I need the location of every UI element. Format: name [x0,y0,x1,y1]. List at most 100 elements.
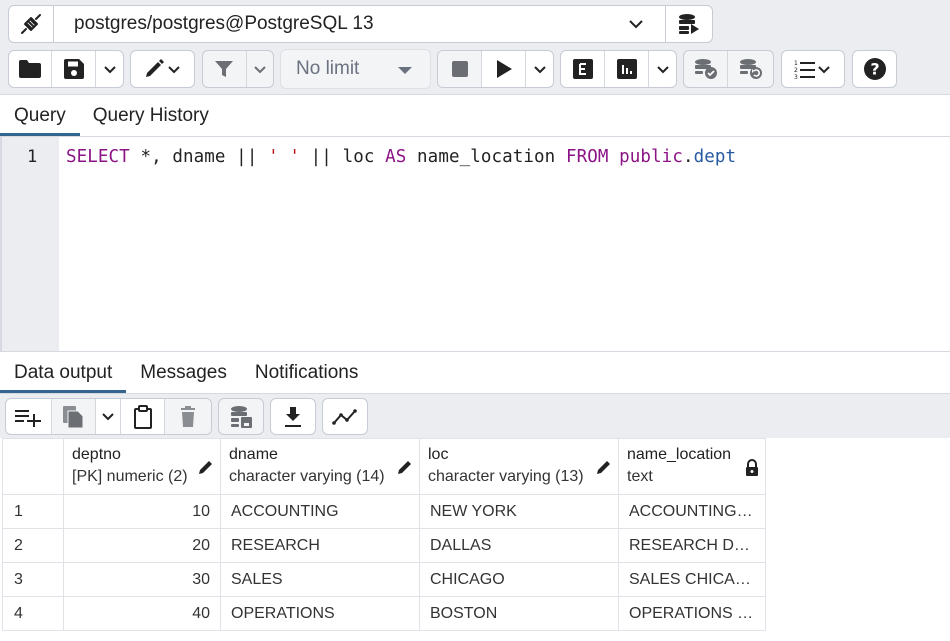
execute-button[interactable] [482,51,527,87]
cell-dname[interactable]: ACCOUNTING [220,494,420,529]
commit-button[interactable] [684,51,729,87]
row-number-cell[interactable]: 1 [2,494,64,529]
copy-icon [63,405,84,428]
macros-button[interactable]: 123 [781,50,845,88]
sql-identifier: dept [693,147,737,167]
stop-button[interactable] [438,51,483,87]
column-type: character varying (13) [428,468,584,485]
pencil-icon [198,459,214,480]
chevron-down-icon [104,65,116,73]
cell-dname[interactable]: SALES [220,562,420,597]
help-button[interactable]: ? [852,50,897,88]
column-type: character varying (14) [229,468,385,485]
row-number-cell[interactable]: 3 [2,562,64,597]
cell-dname[interactable]: OPERATIONS [220,596,420,631]
download-button[interactable] [270,398,316,435]
open-file-button[interactable] [9,51,53,87]
copy-options-dropdown[interactable] [96,399,121,434]
plug-icon[interactable] [9,6,54,42]
cell-loc[interactable]: CHICAGO [419,562,619,597]
tab-data-output[interactable]: Data output [0,352,127,393]
pencil-icon [145,59,180,77]
copy-button[interactable] [51,399,97,434]
cell-dname[interactable]: RESEARCH [220,528,420,563]
cell-loc[interactable]: DALLAS [419,528,619,563]
folder-open-icon [19,60,42,78]
row-limit-select[interactable]: No limit [280,49,431,89]
column-header-dname[interactable]: dname character varying (14) [220,438,420,495]
cell-deptno[interactable]: 30 [63,562,221,597]
output-tabs: Data output Messages Notifications [0,352,950,393]
lock-icon [745,459,759,482]
save-button[interactable] [52,51,97,87]
cell-deptno[interactable]: 10 [63,494,221,529]
sql-keyword: public [619,147,683,167]
explain-analyze-icon [616,59,637,79]
cell-deptno[interactable]: 40 [63,596,221,631]
column-name: deptno [72,446,121,463]
execute-options-dropdown[interactable] [526,51,553,87]
cell-name-location[interactable]: OPERATIONS … [618,596,766,631]
file-button-group [8,50,124,88]
pencil-icon [397,459,413,480]
graph-visualiser-button[interactable] [322,398,368,435]
column-header-name-location[interactable]: name_location text [618,438,766,495]
delete-row-button[interactable] [165,399,211,434]
explain-options-dropdown[interactable] [649,51,676,87]
column-header-loc[interactable]: loc character varying (13) [419,438,619,495]
add-row-button[interactable] [6,399,52,434]
save-data-button[interactable] [218,398,264,435]
chevron-down-icon[interactable] [606,6,666,42]
cell-name-location[interactable]: ACCOUNTING … [618,494,766,529]
cell-deptno[interactable]: 20 [63,528,221,563]
sql-text: || loc [300,147,386,167]
execute-button-group [437,50,554,88]
row-number-cell[interactable]: 4 [2,596,64,631]
sql-string: ' ' [268,147,301,167]
sql-text: . [682,147,694,167]
filter-dropdown[interactable] [247,51,273,87]
tab-messages[interactable]: Messages [126,352,241,393]
line-number: 1 [27,147,38,167]
svg-text:?: ? [870,60,879,79]
database-play-icon[interactable] [666,6,712,42]
cell-name-location[interactable]: RESEARCH DA… [618,528,766,563]
play-icon [496,60,512,78]
connection-selector[interactable]: postgres/postgres@PostgreSQL 13 [8,5,713,43]
tab-notifications[interactable]: Notifications [241,352,373,393]
svg-text:2: 2 [794,67,798,74]
filter-button[interactable] [203,51,247,87]
save-options-dropdown[interactable] [96,51,123,87]
column-name: name_location [627,446,732,463]
explain-analyze-button[interactable] [605,51,650,87]
edit-button[interactable] [130,50,195,88]
table-row[interactable]: 1 10 ACCOUNTING NEW YORK ACCOUNTING … [2,494,766,529]
row-number-cell[interactable]: 2 [2,528,64,563]
paste-button[interactable] [121,399,166,434]
column-header-deptno[interactable]: deptno [PK] numeric (2) [63,438,221,495]
cell-loc[interactable]: BOSTON [419,596,619,631]
table-row[interactable]: 4 40 OPERATIONS BOSTON OPERATIONS … [2,596,766,631]
tab-query[interactable]: Query [0,95,80,136]
cell-loc[interactable]: NEW YORK [419,494,619,529]
chevron-down-icon [254,65,266,73]
tab-query-history[interactable]: Query History [80,95,222,136]
column-name: loc [428,446,449,463]
stop-icon [451,61,468,77]
table-row[interactable]: 3 30 SALES CHICAGO SALES CHICA… [2,562,766,597]
column-type: [PK] numeric (2) [72,468,188,485]
result-table: deptno [PK] numeric (2) dname character … [2,438,766,631]
cell-name-location[interactable]: SALES CHICA… [618,562,766,597]
graph-icon [332,408,357,425]
sql-text: name_location [406,147,566,167]
table-row[interactable]: 2 20 RESEARCH DALLAS RESEARCH DA… [2,528,766,563]
sql-editor[interactable]: 1 SELECT *, dname || ' ' || loc AS name_… [0,137,950,351]
rollback-button[interactable] [728,51,773,87]
svg-text:3: 3 [794,74,798,80]
sql-code-line[interactable]: SELECT *, dname || ' ' || loc AS name_lo… [66,147,736,167]
pencil-icon [596,459,612,480]
sql-text: *, dname || [129,147,269,167]
chevron-down-icon [657,65,669,73]
explain-button[interactable] [561,51,606,87]
